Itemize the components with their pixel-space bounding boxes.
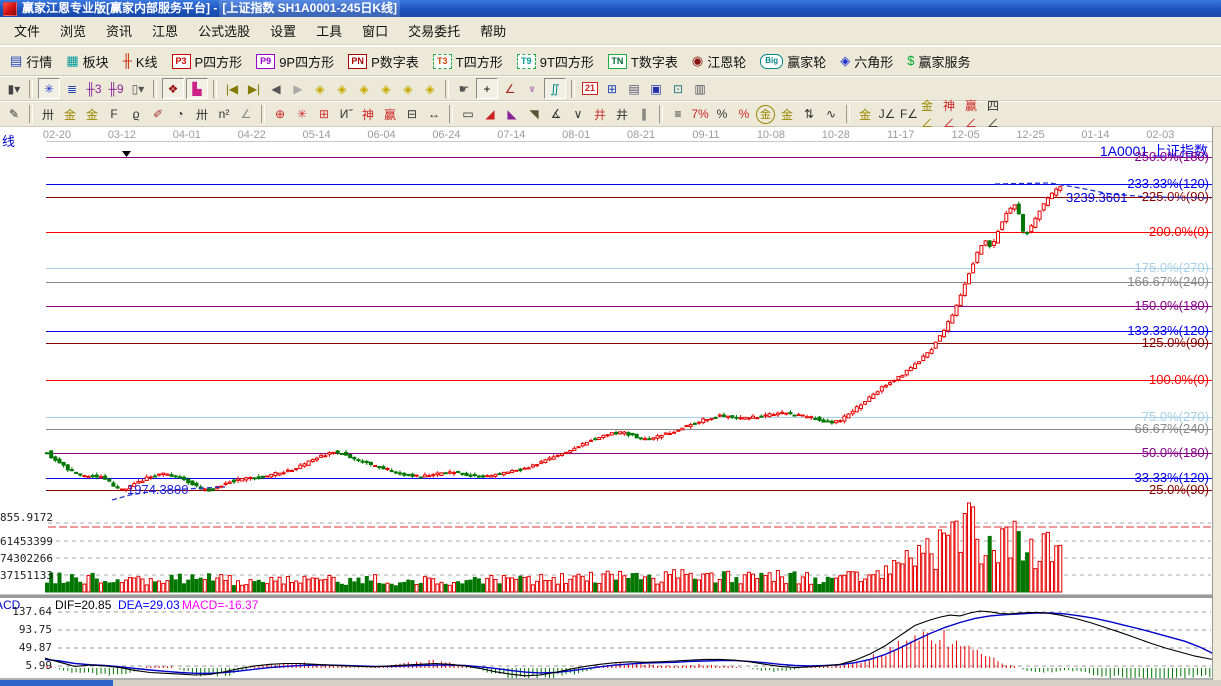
macd-dea-value: DEA=29.03 — [118, 598, 180, 612]
volume-tick-2: 74302266 — [0, 552, 53, 565]
volume-tick-1: 61453399 — [0, 535, 53, 548]
bottom-border-strip — [113, 680, 1221, 686]
macd-tick-1: 93.75 — [0, 623, 52, 636]
price-annotation-low: 1974.3800 — [127, 482, 188, 497]
macd-tick-3: 5.99 — [0, 659, 52, 672]
right-border-strip — [1212, 127, 1221, 680]
macd-value: MACD=-16.37 — [182, 598, 258, 612]
macd-dif-value: DIF=20.85 — [55, 598, 111, 612]
horizontal-scrollbar[interactable] — [0, 680, 113, 686]
price-annotation-high: 3239.3601 — [1066, 190, 1127, 205]
macd-tick-0: 137.64 — [0, 605, 52, 618]
app-window: 赢家江恩专业版[赢家内部服务平台] - [上证指数 SH1A0001-245日K… — [0, 0, 1221, 686]
macd-tick-2: 49.87 — [0, 641, 52, 654]
volume-tick-0: 855.9172 — [0, 511, 53, 524]
volume-tick-3: 37151133 — [0, 569, 53, 582]
chart-canvas[interactable] — [0, 0, 1221, 686]
